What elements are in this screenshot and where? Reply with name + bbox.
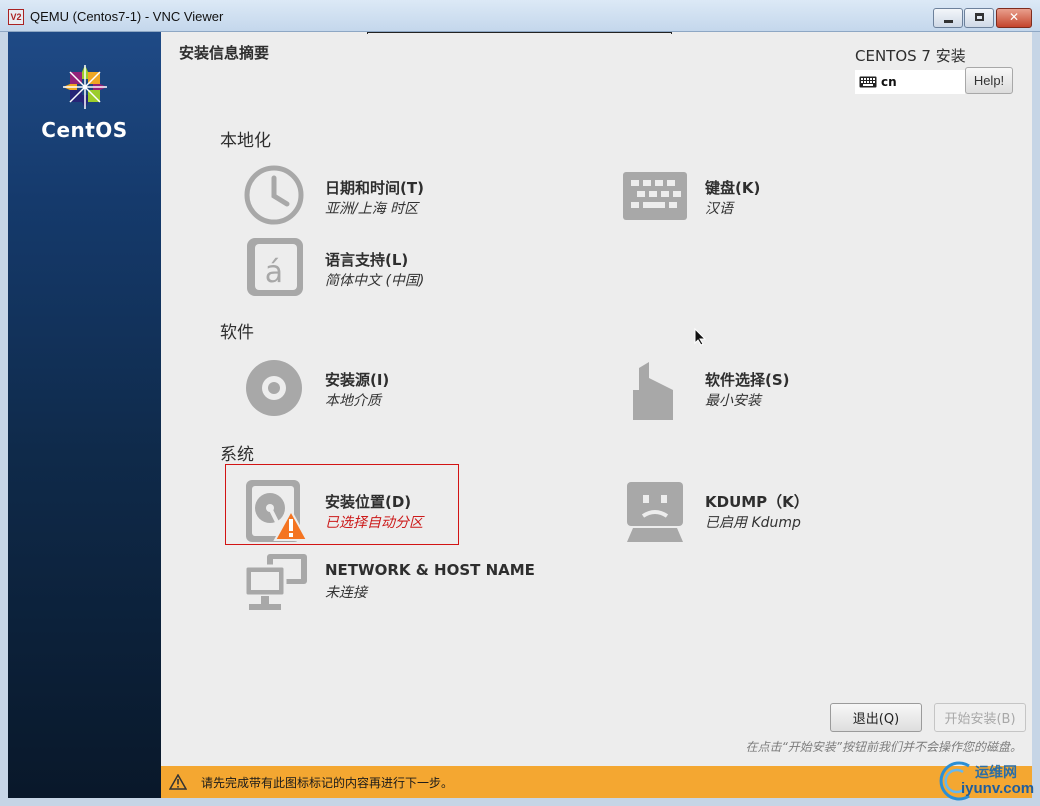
minimize-button[interactable] [933, 8, 963, 28]
centos-logo-icon [63, 65, 107, 109]
product-title: CENTOS 7 安装 [855, 47, 966, 65]
package-icon [633, 362, 673, 420]
quit-button[interactable]: 退出(Q) [830, 703, 922, 732]
begin-installation-button[interactable]: 开始安装(B) [934, 703, 1026, 732]
disc-icon [246, 360, 302, 416]
sad-face-icon [627, 482, 683, 542]
window-titlebar[interactable]: V2 QEMU (Centos7-1) - VNC Viewer ✕ [0, 0, 1040, 32]
help-button[interactable]: Help! [965, 67, 1013, 94]
spoke-keyboard-name: 键盘(K) [705, 179, 761, 197]
mouse-pointer-icon [694, 328, 706, 346]
clock-icon [244, 165, 304, 225]
spoke-network-hostname-status: 未连接 [325, 585, 367, 601]
spoke-software-selection[interactable]: 软件选择(S) 最小安装 [623, 356, 883, 420]
spoke-language-name: 语言支持(L) [325, 251, 409, 269]
spoke-language-status: 简体中文 (中国) [325, 273, 425, 289]
site-watermark: 运维网 iyunv.com [935, 758, 1035, 802]
section-title-localization: 本地化 [220, 131, 271, 151]
network-icon [243, 554, 307, 610]
warning-bar-message: 请先完成带有此图标标记的内容再进行下一步。 [201, 776, 454, 790]
section-title-system: 系统 [220, 445, 254, 465]
vnc-logo-icon: V2 [8, 9, 24, 25]
watermark-bottom-text: iyunv.com [961, 780, 1035, 797]
spoke-keyboard[interactable]: 键盘(K) 汉语 [623, 164, 883, 228]
spoke-network-hostname[interactable]: NETWORK & HOST NAME 未连接 [243, 548, 583, 614]
spoke-kdump-status: 已启用 Kdump [705, 515, 801, 531]
centos-wordmark: CentOS [41, 118, 128, 142]
spoke-kdump-name: KDUMP（K） [705, 493, 809, 511]
spoke-datetime-status: 亚洲/上海 时区 [325, 201, 419, 217]
top-status-strip [367, 32, 672, 34]
keyboard-icon [623, 172, 687, 220]
warning-bar: 请先完成带有此图标标记的内容再进行下一步。 [161, 766, 1032, 798]
spoke-datetime[interactable]: 日期和时间(T) 亚洲/上海 时区 [243, 164, 543, 228]
window-title: QEMU (Centos7-1) - VNC Viewer [30, 9, 224, 24]
installer-sidebar: CentOS [8, 32, 161, 798]
keyboard-layout-label: cn [881, 75, 897, 89]
spoke-installation-source[interactable]: 安装源(I) 本地介质 [243, 356, 543, 420]
spoke-installation-source-name: 安装源(I) [325, 371, 390, 389]
maximize-button[interactable] [964, 8, 994, 28]
close-button[interactable]: ✕ [996, 8, 1032, 28]
spoke-software-selection-name: 软件选择(S) [705, 371, 790, 389]
warning-triangle-icon [169, 774, 187, 790]
spoke-language[interactable]: á 语言支持(L) 简体中文 (中国) [243, 236, 543, 300]
close-icon: ✕ [1008, 10, 1020, 24]
minimize-icon [944, 20, 953, 23]
spoke-installation-destination[interactable]: 安装位置(D) 已选择自动分区 [243, 478, 453, 544]
spoke-datetime-name: 日期和时间(T) [325, 179, 424, 197]
keyboard-small-icon [859, 76, 877, 88]
spoke-installation-source-status: 本地介质 [325, 393, 381, 409]
page-title: 安装信息摘要 [179, 44, 270, 62]
language-icon: á [247, 238, 303, 296]
spoke-installation-destination-status: 已选择自动分区 [325, 515, 423, 531]
spoke-keyboard-status: 汉语 [705, 201, 733, 217]
svg-text:á: á [265, 255, 283, 290]
watermark-top-text: 运维网 [975, 765, 1017, 781]
begin-installation-hint: 在点击“开始安装”按钮前我们并不会操作您的磁盘。 [745, 740, 1022, 754]
harddisk-warning-icon [246, 480, 309, 542]
spoke-kdump[interactable]: KDUMP（K） 已启用 Kdump [623, 478, 883, 544]
spoke-software-selection-status: 最小安装 [705, 393, 761, 409]
maximize-icon [975, 13, 984, 21]
keyboard-layout-indicator[interactable]: cn [855, 70, 965, 94]
spoke-installation-destination-name: 安装位置(D) [325, 493, 412, 511]
installation-summary-hub: 安装信息摘要 CENTOS 7 安装 cn Help! 本地化 软件 系统 日期… [161, 32, 1032, 798]
section-title-software: 软件 [220, 323, 254, 343]
spoke-network-hostname-name: NETWORK & HOST NAME [325, 561, 535, 579]
